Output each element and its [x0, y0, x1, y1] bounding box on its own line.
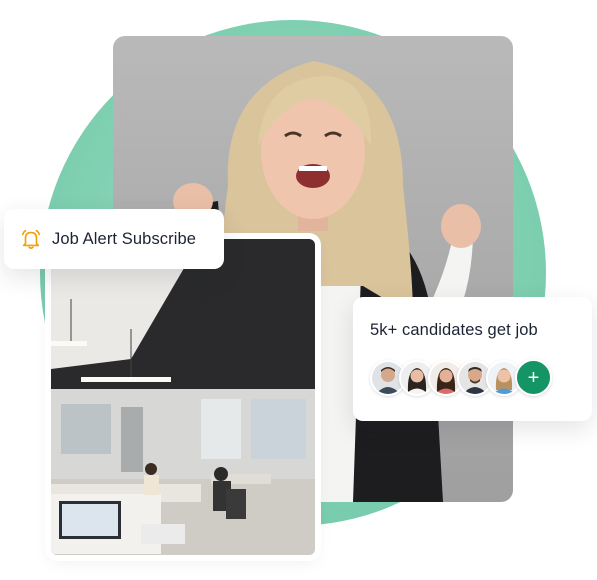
- bell-icon: [21, 229, 41, 249]
- office-photo: [51, 239, 315, 555]
- candidates-title: 5k+ candidates get job: [370, 321, 538, 339]
- job-alert-card[interactable]: Job Alert Subscribe: [4, 209, 224, 269]
- add-candidate-button[interactable]: +: [515, 359, 552, 396]
- candidates-card: 5k+ candidates get job +: [353, 297, 592, 421]
- job-alert-label: Job Alert Subscribe: [52, 229, 197, 248]
- avatar-group: +: [370, 359, 592, 396]
